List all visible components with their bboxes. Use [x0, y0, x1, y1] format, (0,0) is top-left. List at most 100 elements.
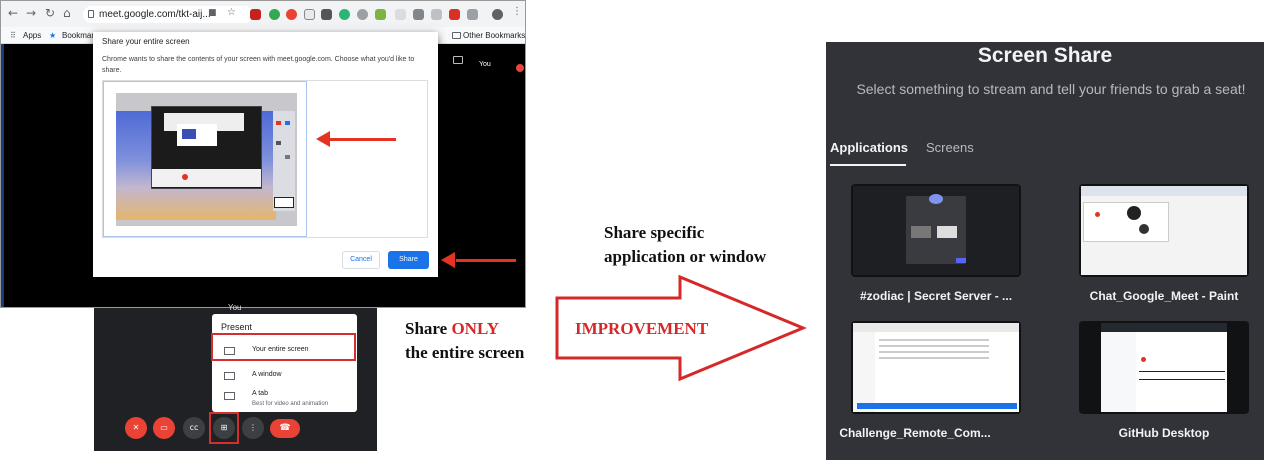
- arrow-to-thumbnail: [330, 138, 396, 141]
- window-card-explorer[interactable]: [851, 321, 1021, 414]
- profile-avatar[interactable]: [492, 9, 503, 20]
- tab-applications[interactable]: Applications: [830, 140, 908, 155]
- cancel-button[interactable]: Cancel: [342, 251, 380, 269]
- screen-thumbnail-cell[interactable]: [103, 81, 307, 237]
- annotation-entire-screen: the entire screen: [405, 343, 525, 362]
- desktop-icon: [276, 121, 281, 125]
- chrome-toolbar: ← → ↻ ⌂ meet.google.com/tkt-aij... ■ ☆ ⋮: [1, 1, 525, 27]
- extension-icon[interactable]: [467, 9, 478, 20]
- desktop-icons-column: [273, 111, 295, 211]
- extension-icon[interactable]: [395, 9, 406, 20]
- meet-bottom-panel: You Present Your entire screen A window …: [94, 303, 377, 451]
- preview-canvas: [1083, 202, 1169, 242]
- mic-off-icon[interactable]: ✕: [125, 417, 147, 439]
- extension-icon[interactable]: [449, 9, 460, 20]
- present-option-tab[interactable]: A tab Best for video and animation: [212, 386, 357, 408]
- menu-icon[interactable]: ⋮: [512, 6, 522, 17]
- annotation-improvement: IMPROVEMENT: [575, 319, 709, 338]
- nested-menu: [152, 169, 261, 187]
- extension-icon[interactable]: [339, 9, 350, 20]
- share-screen-dialog: Share your entire screen Chrome wants to…: [93, 32, 438, 277]
- back-icon[interactable]: ←: [8, 6, 18, 20]
- preview-sidebar: [1101, 332, 1136, 412]
- preview-dot: [1095, 212, 1100, 217]
- tab-icon: [224, 392, 235, 400]
- extension-icon[interactable]: [413, 9, 424, 20]
- window-label: Challenge_Remote_Com...: [839, 426, 991, 440]
- reload-icon[interactable]: ↻: [45, 6, 55, 20]
- preview-taskbar: [857, 403, 1017, 409]
- preview-circle: [1127, 206, 1141, 220]
- window-card-github-desktop[interactable]: [1079, 321, 1249, 414]
- desktop-icon: [276, 141, 281, 145]
- end-call-icon[interactable]: ☎: [270, 419, 300, 438]
- preview-toolbar: [853, 323, 1019, 332]
- arrowhead: [316, 131, 330, 147]
- extension-icon[interactable]: [321, 9, 332, 20]
- screen-picker: [102, 80, 428, 238]
- window-card-zodiac[interactable]: [851, 184, 1021, 277]
- mini-preview: [274, 197, 294, 208]
- dialog-title: Screen Share: [977, 44, 1113, 67]
- annotation-emphasis: ONLY: [451, 319, 500, 338]
- dialog-subtitle: Select something to stream and tell your…: [856, 81, 1246, 97]
- bookmark-other[interactable]: Other Bookmarks: [463, 27, 525, 44]
- preview-thumb: [911, 226, 931, 238]
- window-label: Chat_Google_Meet - Paint: [1089, 289, 1239, 303]
- more-icon[interactable]: ⋮: [242, 417, 264, 439]
- folder-icon: [452, 32, 461, 39]
- share-button[interactable]: Share: [388, 251, 429, 269]
- present-option-label: A window: [252, 371, 282, 378]
- window-label: GitHub Desktop: [1118, 426, 1210, 440]
- preview-button: [956, 258, 966, 263]
- tab-screens[interactable]: Screens: [926, 140, 974, 155]
- extension-icon[interactable]: [357, 9, 368, 20]
- nested-window: [151, 106, 262, 189]
- extension-icon[interactable]: [375, 9, 386, 20]
- camera-off-icon[interactable]: ▭: [153, 417, 175, 439]
- arrow-to-share-button: [456, 259, 516, 262]
- extension-icon[interactable]: [250, 9, 261, 20]
- desktop-icon: [285, 121, 290, 125]
- preview-row: [879, 351, 989, 353]
- window-edge: [1, 44, 4, 307]
- window-preview: [853, 323, 1019, 412]
- chat-icon[interactable]: [453, 56, 463, 64]
- nested-thumbnail: [182, 129, 196, 139]
- present-option-sublabel: Best for video and animation: [252, 401, 329, 407]
- annotation-application-window: application or window: [604, 247, 767, 266]
- screen-thumbnail[interactable]: [116, 93, 297, 226]
- desktop-icon: [285, 155, 290, 159]
- present-menu: Present Your entire screen A window A ta…: [212, 314, 357, 412]
- bookmark-apps[interactable]: Apps: [23, 27, 41, 44]
- bookmark-star-icon[interactable]: ☆: [227, 7, 236, 18]
- window-icon: [224, 372, 235, 380]
- mic-muted-icon: [516, 64, 524, 72]
- nested-end-call: [182, 174, 188, 180]
- highlight-box: [211, 333, 356, 361]
- self-tile-label: You: [228, 303, 242, 312]
- preview-thumb: [937, 226, 957, 238]
- preview-circle: [1139, 224, 1149, 234]
- annotation-text: Share: [405, 319, 452, 338]
- active-tab-indicator: [830, 164, 906, 166]
- apps-grid-icon: ⠿: [10, 31, 16, 40]
- arrowhead: [441, 252, 455, 268]
- present-menu-title: Present: [221, 322, 253, 332]
- annotation-share-specific: Share specific: [604, 223, 705, 242]
- extension-icon[interactable]: [431, 9, 442, 20]
- forward-icon[interactable]: →: [26, 6, 36, 20]
- extension-icon[interactable]: [286, 9, 297, 20]
- extension-icon[interactable]: [269, 9, 280, 20]
- preview-row: [1139, 371, 1225, 372]
- window-card-paint[interactable]: [1079, 184, 1249, 277]
- extension-icon[interactable]: [304, 9, 315, 20]
- annotation-share-only: Share ONLY: [405, 318, 499, 340]
- present-option-window[interactable]: A window: [212, 365, 357, 387]
- home-icon[interactable]: ⌂: [63, 6, 71, 20]
- captions-icon[interactable]: cc: [183, 417, 205, 439]
- preview-ribbon: [1081, 186, 1247, 196]
- lock-icon: [88, 10, 94, 18]
- camera-icon[interactable]: ■: [208, 8, 217, 18]
- preview-dot: [1141, 357, 1146, 362]
